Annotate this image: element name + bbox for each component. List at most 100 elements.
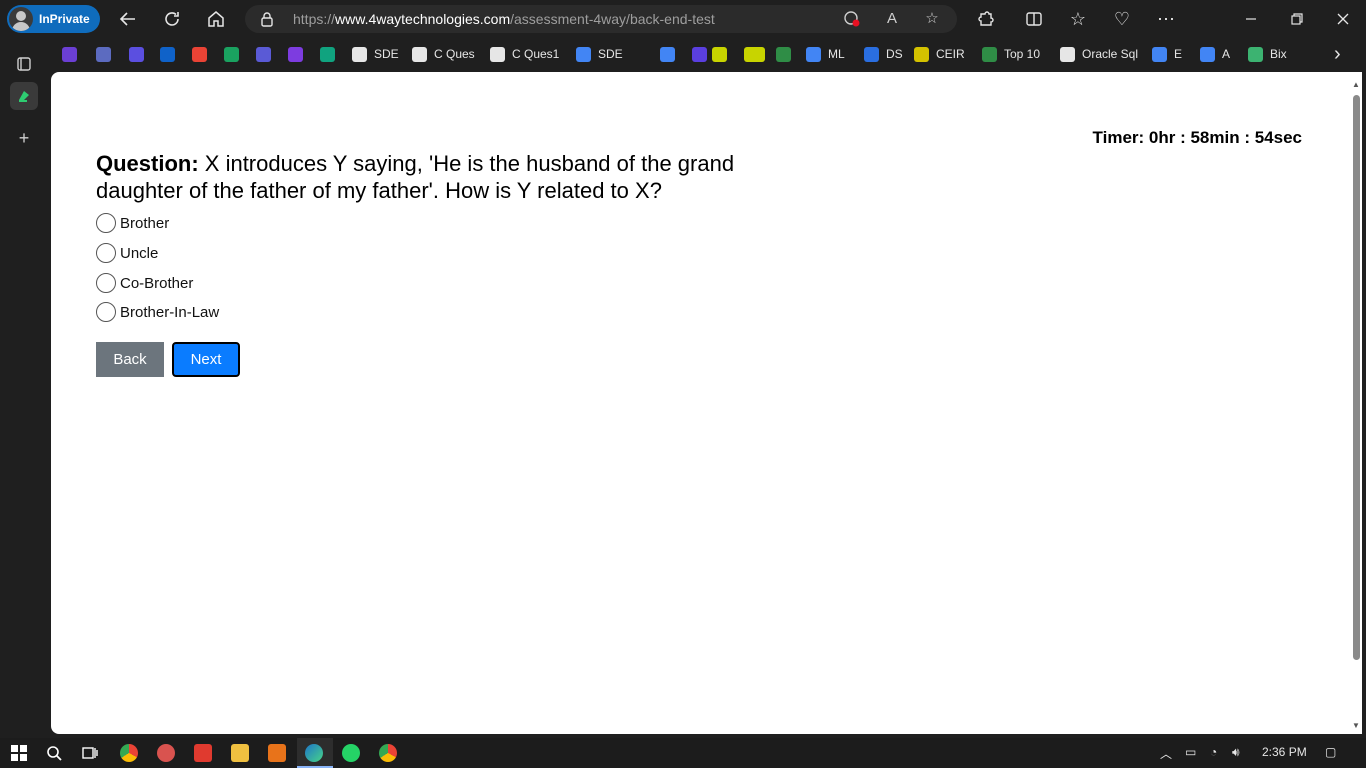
bookmark-favicon-icon: [352, 46, 367, 62]
refresh-icon[interactable]: [161, 8, 183, 30]
bookmark-item[interactable]: [712, 46, 734, 62]
more-bookmarks-chevron-icon[interactable]: ›: [1334, 43, 1341, 65]
bookmark-item[interactable]: C Ques: [412, 46, 475, 62]
bookmark-item[interactable]: A: [1200, 46, 1230, 62]
bookmark-item[interactable]: [256, 46, 278, 62]
wifi-icon[interactable]: ◔: [1210, 745, 1217, 759]
radio-button[interactable]: [96, 243, 116, 263]
bookmark-favicon-icon: [160, 46, 175, 62]
bookmark-item[interactable]: C Ques1: [490, 46, 559, 62]
radio-button[interactable]: [96, 302, 116, 322]
bookmark-item[interactable]: CEIR: [914, 46, 965, 62]
favorites-bar: SDE C Ques C Ques1 SDE ML DS CEIR Top 10 Oracle …: [52, 38, 1366, 70]
option-brother-in-law[interactable]: Brother-In-Law: [96, 302, 219, 322]
bookmark-item[interactable]: E: [1152, 46, 1182, 62]
bookmark-favicon-icon: [576, 46, 591, 62]
bookmark-item[interactable]: [288, 46, 310, 62]
bookmark-label: Top 10: [1004, 47, 1041, 61]
show-hidden-icons-icon[interactable]: ︿: [1160, 745, 1172, 762]
option-brother[interactable]: Brother: [96, 213, 169, 233]
bookmark-favicon-icon: [1060, 46, 1075, 62]
bookmark-item[interactable]: [776, 46, 798, 62]
bookmark-favicon-icon: [982, 46, 997, 62]
bookmark-label: ML: [828, 47, 845, 61]
bookmark-item[interactable]: [320, 46, 342, 62]
tab-actions-icon[interactable]: [10, 50, 38, 78]
favorites-icon[interactable]: ☆: [1067, 8, 1089, 30]
bookmark-item[interactable]: ML: [806, 46, 845, 62]
bookmark-label: C Ques: [434, 47, 475, 61]
back-button[interactable]: Back: [96, 342, 164, 377]
bookmark-favicon-icon: [1248, 46, 1263, 62]
edge-active-indicator: [297, 738, 333, 768]
new-tab-icon[interactable]: +: [10, 124, 38, 152]
tracking-prevention-icon[interactable]: [843, 10, 861, 28]
close-icon[interactable]: [1332, 8, 1354, 30]
browser-essentials-icon[interactable]: ♡: [1111, 8, 1133, 30]
read-aloud-icon[interactable]: A: [883, 10, 901, 28]
split-screen-icon[interactable]: [1023, 8, 1045, 30]
windows-taskbar: ︿ ▭ ◔ 🔊︎ 2:36 PM ▢: [0, 738, 1366, 768]
bookmark-item[interactable]: [692, 46, 714, 62]
home-icon[interactable]: [205, 8, 227, 30]
bookmark-item[interactable]: SDE: [352, 46, 399, 62]
volume-icon[interactable]: 🔊︎: [1232, 745, 1240, 760]
inprivate-profile-button[interactable]: InPrivate: [7, 5, 100, 33]
url-path: /assessment-4way/back-end-test: [510, 11, 715, 27]
chrome-profile-icon[interactable]: [379, 744, 397, 762]
question-text: Question: X introduces Y saying, 'He is …: [96, 150, 796, 204]
bookmark-item[interactable]: Bix: [1248, 46, 1287, 62]
bookmark-item[interactable]: [62, 46, 84, 62]
sublime-text-icon[interactable]: [268, 744, 286, 762]
minimize-icon[interactable]: [1240, 8, 1262, 30]
bookmark-item[interactable]: [129, 46, 151, 62]
task-view-icon[interactable]: [81, 744, 99, 762]
bookmark-item[interactable]: SDE: [576, 46, 623, 62]
restore-icon[interactable]: [1286, 8, 1308, 30]
battery-icon[interactable]: ▭: [1185, 745, 1196, 759]
active-tab-icon[interactable]: [10, 82, 38, 110]
chrome-icon[interactable]: [120, 744, 138, 762]
lock-icon[interactable]: [259, 11, 275, 27]
bookmark-item[interactable]: [96, 46, 118, 62]
url-text[interactable]: https://www.4waytechnologies.com/assessm…: [293, 11, 715, 27]
app-icon[interactable]: [157, 744, 175, 762]
notifications-icon[interactable]: ▢: [1325, 745, 1336, 759]
option-uncle[interactable]: Uncle: [96, 243, 158, 263]
profile-avatar-icon: [9, 7, 33, 31]
whatsapp-icon[interactable]: [342, 744, 360, 762]
windows-start-icon[interactable]: [10, 744, 28, 762]
bookmark-label: SDE: [598, 47, 623, 61]
search-icon[interactable]: [45, 744, 63, 762]
bookmark-item[interactable]: [224, 46, 246, 62]
bookmark-favicon-icon: [914, 46, 929, 62]
bookmark-item[interactable]: [660, 46, 682, 62]
radio-button[interactable]: [96, 273, 116, 293]
scrollbar-thumb[interactable]: [1353, 95, 1360, 660]
back-arrow-icon[interactable]: [117, 8, 139, 30]
bookmark-favicon-icon: [192, 46, 207, 62]
file-explorer-icon[interactable]: [231, 744, 249, 762]
option-label: Co-Brother: [120, 274, 194, 292]
bookmark-favicon-icon: [1200, 46, 1215, 62]
bookmark-item[interactable]: Oracle Sql: [1060, 46, 1138, 62]
bookmark-favicon-icon: [256, 46, 271, 62]
bookmark-item[interactable]: [192, 46, 214, 62]
option-co-brother[interactable]: Co-Brother: [96, 273, 193, 293]
bookmark-item[interactable]: [160, 46, 182, 62]
bookmark-favicon-icon: [96, 46, 111, 62]
anydesk-icon[interactable]: [194, 744, 212, 762]
page-scrollbar[interactable]: ▲ ▼: [1350, 80, 1362, 730]
extensions-icon[interactable]: [975, 8, 997, 30]
page-content: Timer: 0hr : 58min : 54sec Question: X i…: [51, 72, 1362, 734]
option-label: Uncle: [120, 244, 159, 262]
bookmark-item[interactable]: Top 10: [982, 46, 1040, 62]
bookmark-item[interactable]: DS: [864, 46, 903, 62]
favorite-star-icon[interactable]: ☆: [923, 10, 941, 28]
radio-button[interactable]: [96, 213, 116, 233]
clock-time[interactable]: 2:36 PM: [1262, 745, 1307, 759]
address-bar[interactable]: https://www.4waytechnologies.com/assessm…: [245, 5, 957, 33]
more-menu-icon[interactable]: ⋯: [1155, 8, 1177, 30]
next-button[interactable]: Next: [172, 342, 240, 377]
bookmark-item[interactable]: [750, 46, 772, 62]
